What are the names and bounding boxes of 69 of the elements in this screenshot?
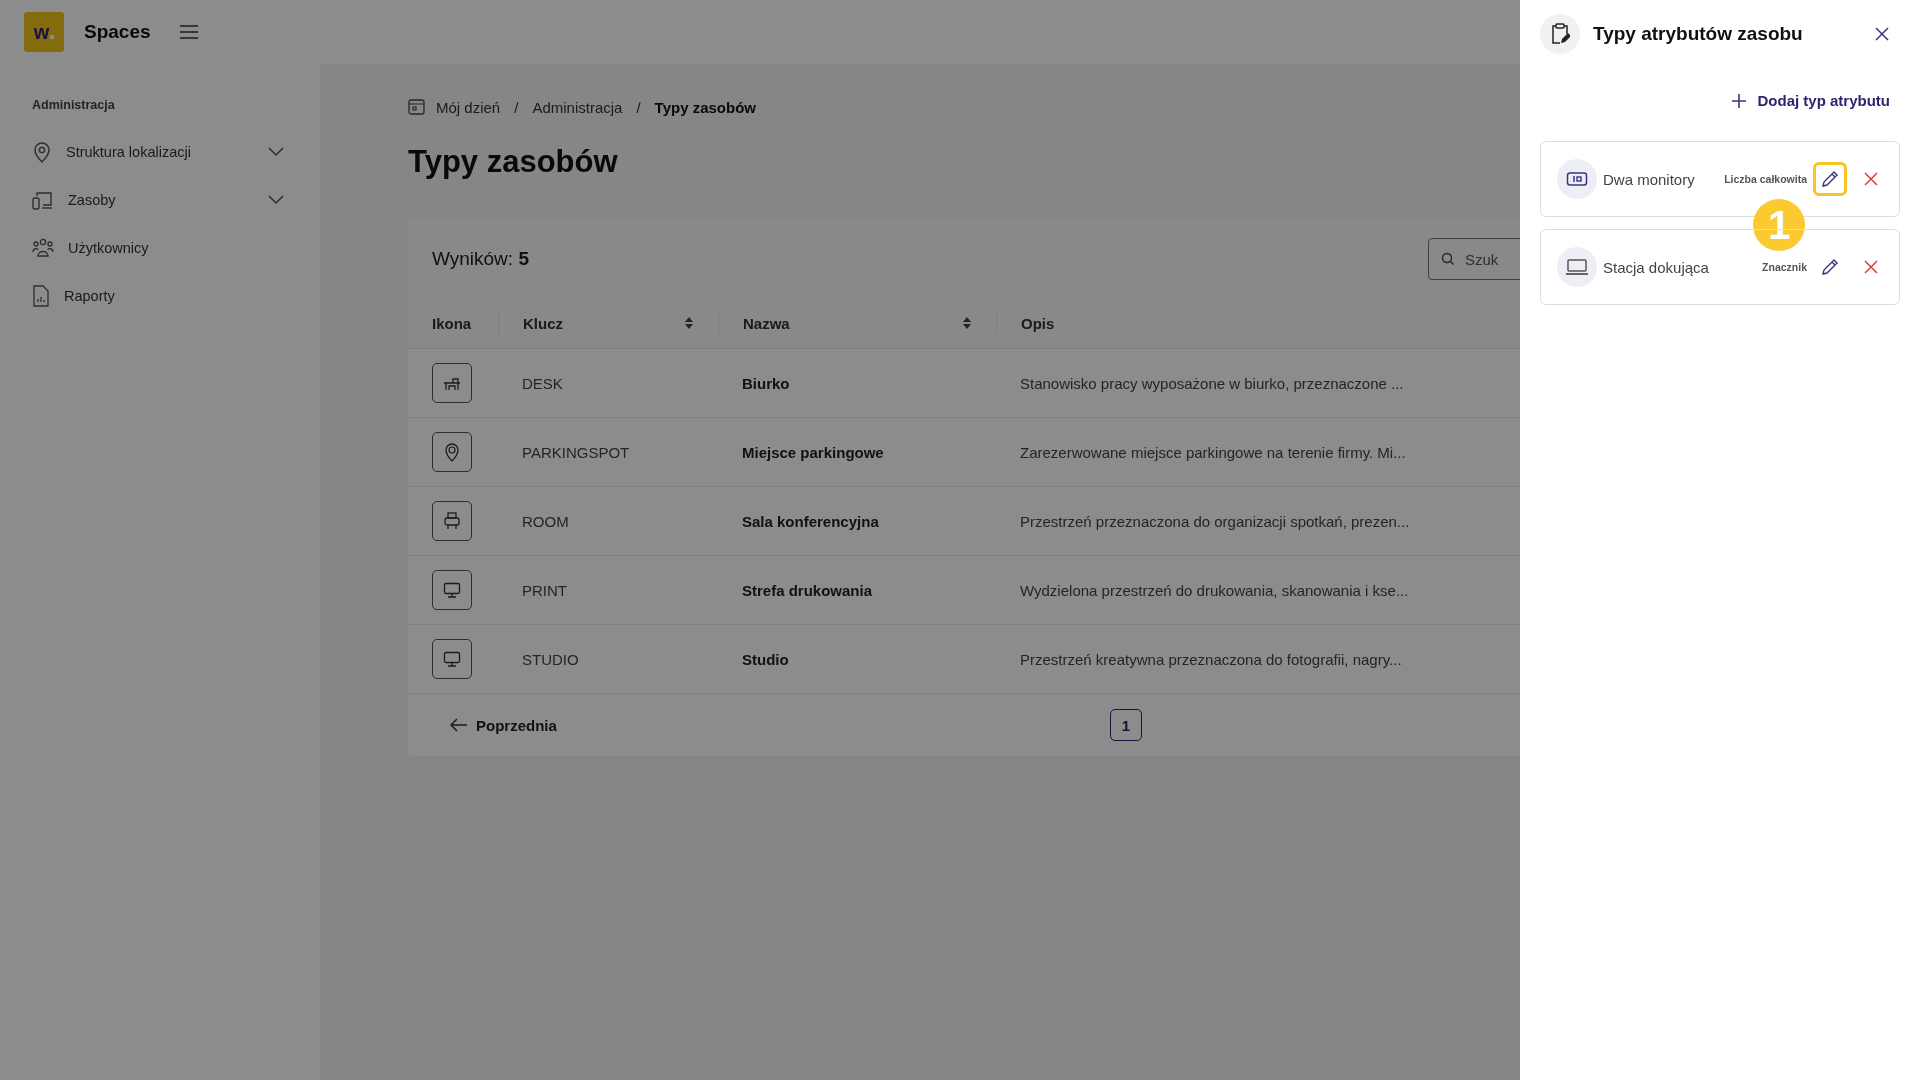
column-header[interactable]: Nazwa — [718, 311, 996, 335]
table-cell-text: Biurko — [741, 374, 791, 392]
resource-icon — [432, 432, 472, 472]
logo: w — [24, 12, 64, 52]
table-cell-text: Przestrzeń kreatywna przeznaczona do fotografii, nagry... — [1019, 650, 1403, 668]
sidebar-item[interactable]: Zasoby — [32, 176, 288, 224]
breadcrumb-link[interactable]: Mój dzień — [436, 98, 501, 116]
table-cell-text: Studio — [741, 650, 790, 668]
laptop-icon — [1557, 247, 1597, 287]
attribute-type: Znacznik — [1762, 261, 1807, 273]
previous-page-link[interactable]: Poprzednia — [450, 716, 1110, 734]
chevron-down-icon[interactable] — [268, 195, 284, 205]
breadcrumb-separator: / — [514, 98, 519, 116]
close-icon[interactable] — [1874, 26, 1890, 42]
column-header[interactable]: Klucz — [498, 311, 718, 335]
devices-icon — [32, 190, 54, 210]
resource-icon — [432, 363, 472, 403]
app-name: Spaces — [84, 21, 151, 43]
breadcrumb-link[interactable]: Typy zasobów — [654, 98, 756, 116]
table-cell-text: Zarezerwowane miejsce parkingowe na terenie firmy. Mi... — [1019, 443, 1407, 461]
calendar-icon — [408, 98, 426, 116]
table-cell-text: Stanowisko pracy wyposażone w biurko, przeznaczone ... — [1019, 374, 1405, 392]
column-header: Ikona — [431, 313, 473, 334]
table-cell-text: ROOM — [521, 512, 570, 530]
table-cell-text: Miejsce parkingowe — [741, 443, 885, 461]
page-button[interactable]: 1 — [1110, 709, 1142, 741]
attribute-name: Stacja dokująca — [1603, 258, 1710, 276]
resource-icon — [432, 501, 472, 541]
add-attribute-button[interactable]: Dodaj typ atrybutu — [1725, 88, 1896, 113]
breadcrumb-link[interactable]: Administracja — [532, 98, 623, 116]
page-title: Typy zasobów — [408, 144, 618, 180]
sidebar-item[interactable]: Raporty — [32, 272, 288, 320]
close-icon — [1863, 171, 1879, 187]
results-count: Wyników: 5 — [432, 248, 529, 270]
table-cell-text: PARKINGSPOT — [521, 443, 631, 461]
table-cell-text: STUDIO — [521, 650, 580, 668]
table-cell-text: Strefa drukowania — [741, 581, 874, 599]
users-icon — [32, 238, 54, 258]
sidebar-section-title: Administracja — [32, 98, 116, 112]
table-cell-text: DESK — [521, 374, 564, 392]
edit-button[interactable] — [1813, 162, 1847, 196]
resource-icon — [432, 639, 472, 679]
arrow-left-icon — [450, 718, 468, 732]
table-cell-text: Sala konferencyjna — [741, 512, 880, 530]
menu-icon[interactable] — [178, 24, 199, 40]
table-cell-text: Wydzielona przestrzeń do drukowania, skanowania i kse... — [1019, 581, 1410, 599]
clipboard-edit-icon — [1540, 14, 1580, 54]
screen-icon — [1557, 159, 1597, 199]
search-field[interactable]: Szuk — [1428, 238, 1520, 280]
chevron-down-icon[interactable] — [268, 147, 284, 157]
sort-icon — [962, 316, 972, 330]
breadcrumb-separator: / — [636, 98, 641, 116]
table-cell-text: PRINT — [521, 581, 568, 599]
resource-icon — [432, 570, 472, 610]
pencil-icon — [1821, 258, 1839, 276]
search-icon — [1441, 252, 1455, 266]
location-pin-icon — [32, 141, 52, 163]
close-icon — [1863, 259, 1879, 275]
panel-title: Typy atrybutów zasobu — [1593, 23, 1804, 45]
attribute-name: Dwa monitory — [1603, 170, 1696, 188]
table-cell-text: Przestrzeń przeznaczona do organizacji spotkań, prezen... — [1019, 512, 1411, 530]
pencil-icon — [1821, 170, 1839, 188]
sidebar-item[interactable]: Struktura lokalizacji — [32, 128, 288, 176]
attribute-type: Liczba całkowita — [1724, 173, 1807, 185]
plus-icon — [1731, 92, 1748, 109]
column-header: Opis — [996, 311, 1416, 335]
report-icon — [32, 285, 50, 307]
sort-icon — [684, 316, 694, 330]
sidebar-item[interactable]: Użytkownicy — [32, 224, 288, 272]
